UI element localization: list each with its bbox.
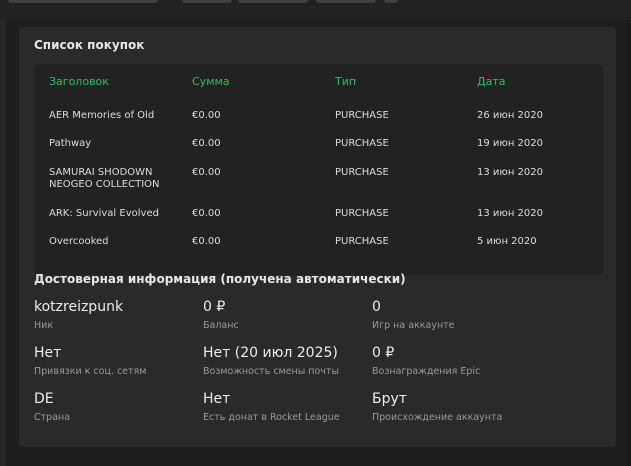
nickname-label: Ник: [34, 320, 54, 331]
row-date: 13 июн 2020: [477, 167, 543, 178]
row-title: Overcooked: [49, 236, 109, 247]
purchases-table: Заголовок Сумма Тип Дата AER Memories of…: [34, 64, 603, 275]
row-title: SAMURAI SHODOWN NEOGEO COLLECTION: [49, 167, 160, 190]
left-panel-edge: [0, 20, 6, 466]
top-partial-strip: [0, 0, 631, 20]
nickname-value: kotzreizpunk: [34, 299, 124, 315]
row-title: AER Memories of Old: [49, 110, 155, 121]
email-change-value: Нет (20 июл 2025): [203, 345, 338, 361]
row-type: PURCHASE: [335, 110, 389, 121]
row-type: PURCHASE: [335, 208, 389, 219]
row-title: Pathway: [49, 138, 92, 149]
epic-rewards-label: Вознаграждения Epic: [372, 366, 481, 377]
row-amount: €0.00: [192, 167, 221, 178]
row-type: PURCHASE: [335, 167, 389, 178]
row-date: 19 июн 2020: [477, 138, 543, 149]
account-origin-value: Брут: [372, 391, 407, 407]
balance-label: Баланс: [203, 320, 239, 331]
row-date: 5 июн 2020: [477, 236, 537, 247]
rocket-league-donate-label: Есть донат в Rocket League: [203, 412, 340, 423]
row-amount: €0.00: [192, 208, 221, 219]
verified-info-title: Достоверная информация (получена автомат…: [34, 272, 406, 286]
games-count-value: 0: [372, 299, 381, 315]
email-change-label: Возможность смены почты: [203, 366, 339, 377]
row-amount: €0.00: [192, 110, 221, 121]
purchases-title: Список покупок: [34, 38, 145, 52]
row-type: PURCHASE: [335, 138, 389, 149]
social-links-value: Нет: [34, 345, 62, 361]
account-details-card: Список покупок Заголовок Сумма Тип Дата …: [19, 27, 616, 447]
right-panel-edge: [627, 20, 631, 466]
row-type: PURCHASE: [335, 236, 389, 247]
rocket-league-donate-value: Нет: [203, 391, 231, 407]
social-links-label: Привязки к соц. сетям: [34, 366, 147, 377]
row-amount: €0.00: [192, 236, 221, 247]
row-date: 13 июн 2020: [477, 208, 543, 219]
column-header-date: Дата: [477, 75, 506, 88]
row-title: ARK: Survival Evolved: [49, 208, 159, 219]
column-header-type: Тип: [335, 75, 357, 88]
country-value: DE: [34, 391, 54, 407]
epic-rewards-value: 0 ₽: [372, 345, 395, 361]
country-label: Страна: [34, 412, 71, 423]
row-date: 26 июн 2020: [477, 110, 543, 121]
balance-value: 0 ₽: [203, 299, 226, 315]
column-header-amount: Сумма: [192, 75, 230, 88]
row-amount: €0.00: [192, 138, 221, 149]
games-count-label: Игр на аккаунте: [372, 320, 455, 331]
account-origin-label: Происхождение аккаунта: [372, 412, 503, 423]
column-header-title: Заголовок: [49, 75, 109, 88]
